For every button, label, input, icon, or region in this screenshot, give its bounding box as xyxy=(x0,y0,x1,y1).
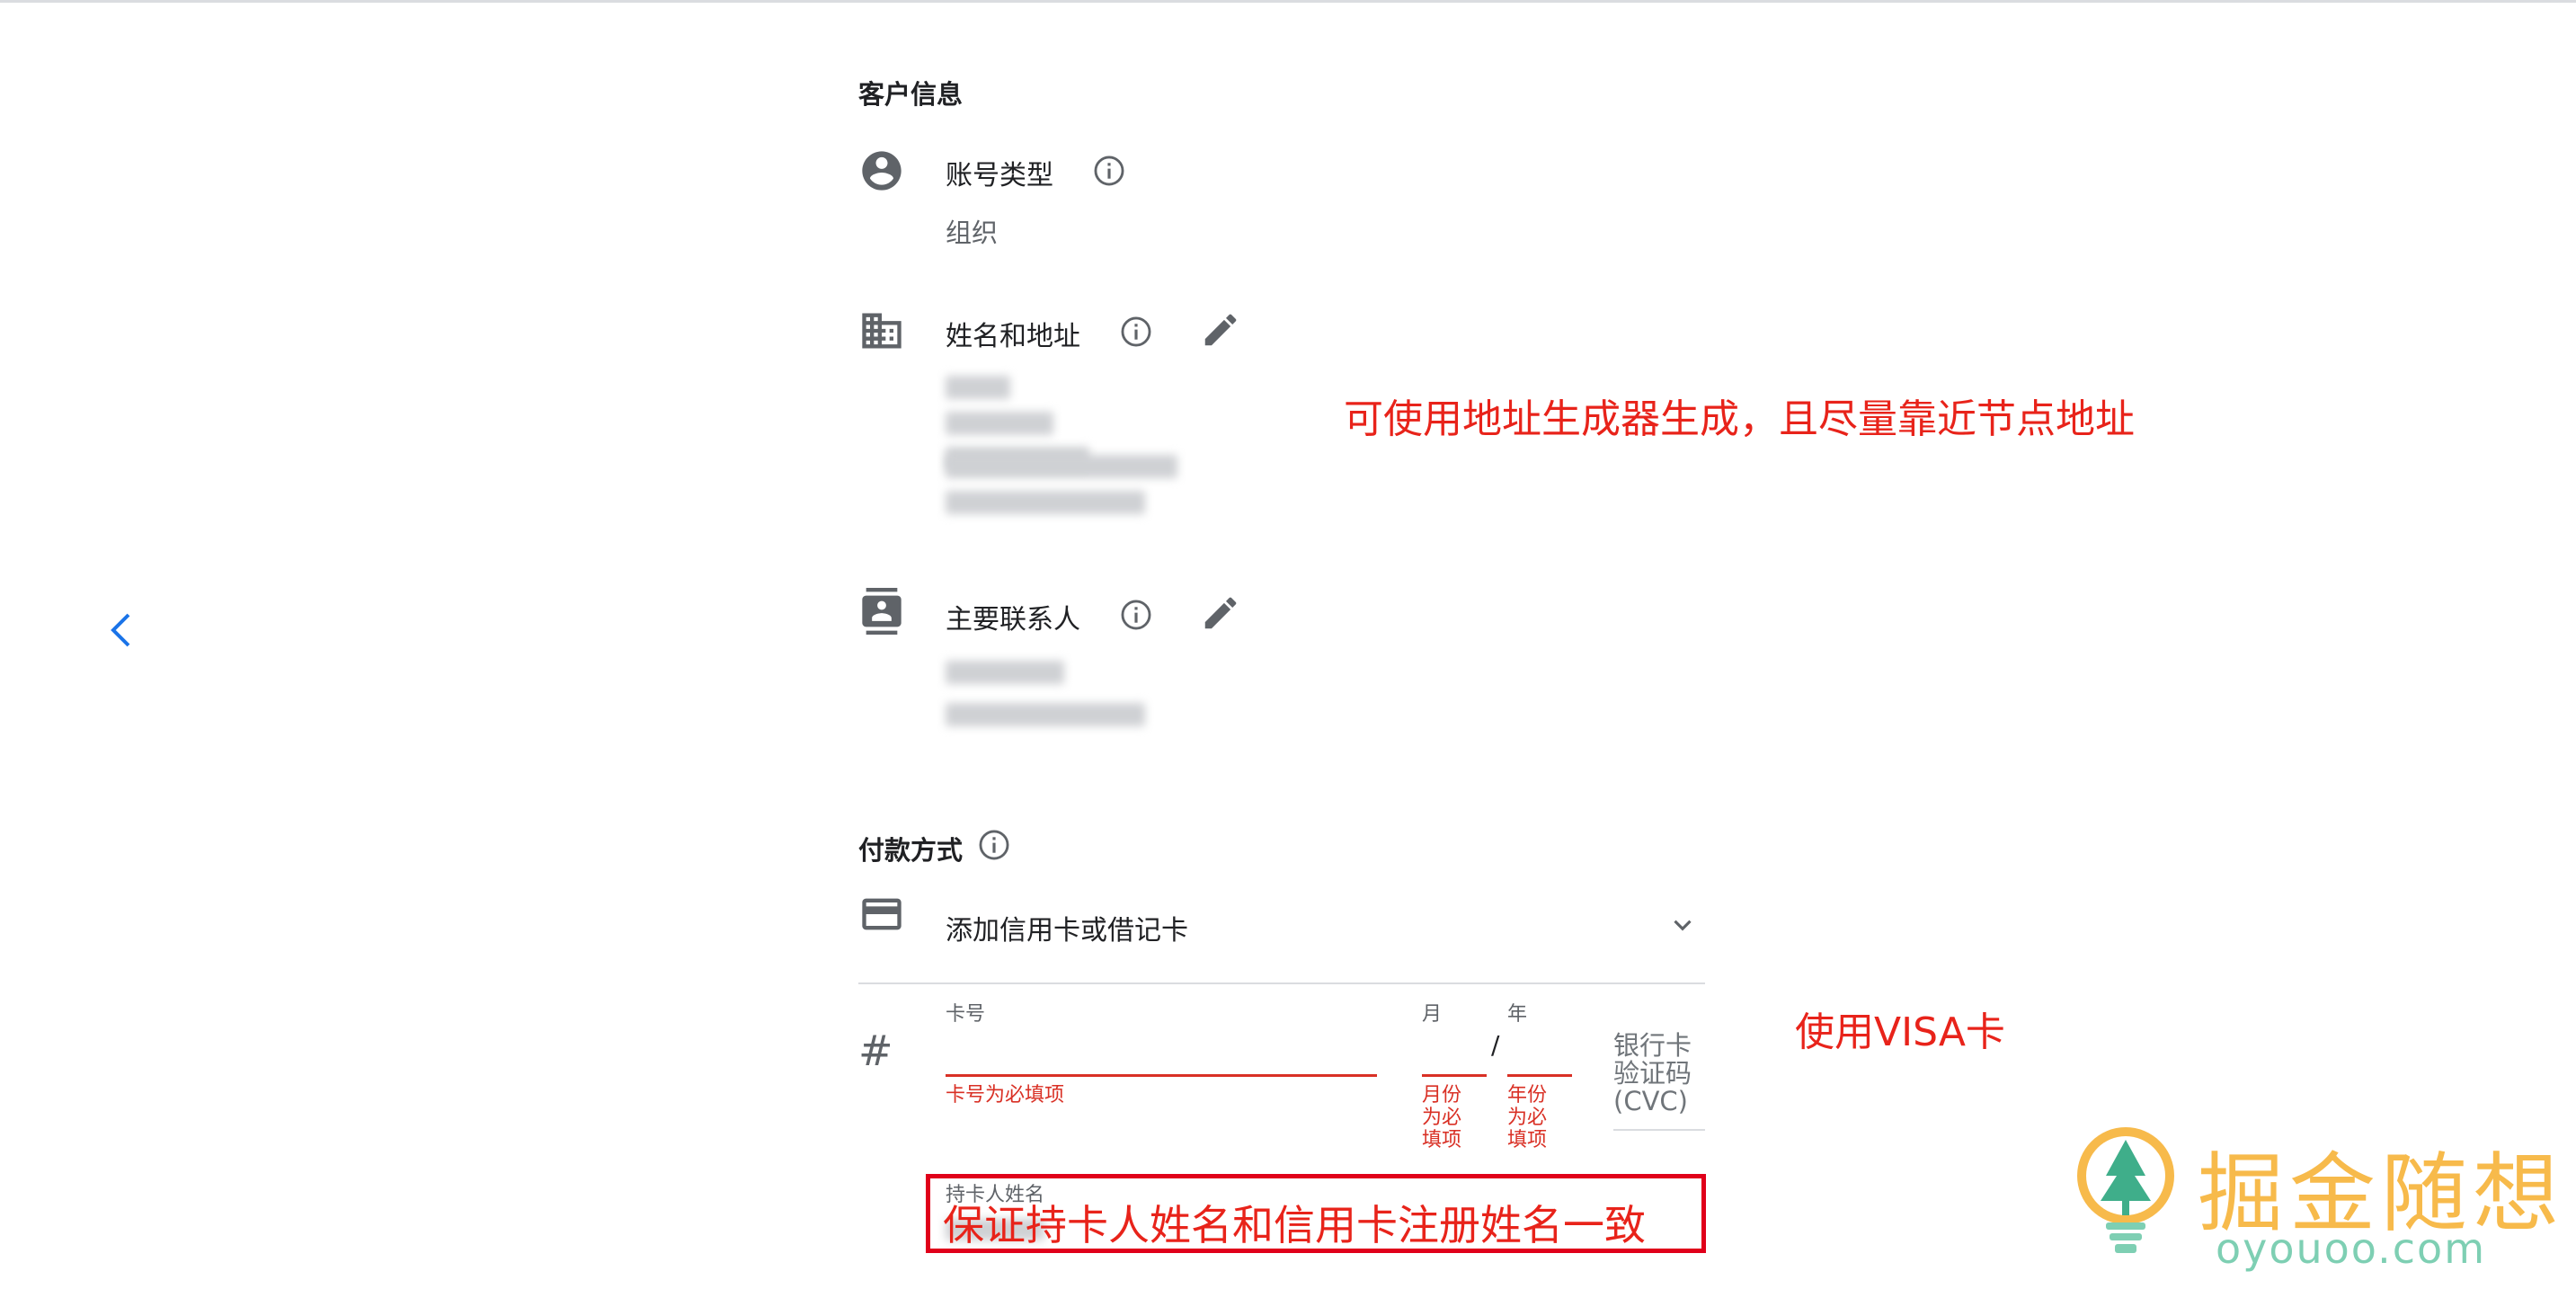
pencil-icon xyxy=(1204,597,1237,629)
address-annotation: 可使用地址生成器生成，且尽量靠近节点地址 xyxy=(1344,396,2135,442)
card-number-error: 卡号为必填项 xyxy=(946,1084,1065,1107)
visa-annotation: 使用VISA卡 xyxy=(1795,1009,2005,1055)
year-error: 年份为必填项 xyxy=(1507,1084,1548,1151)
contact-line-2 xyxy=(946,703,1145,726)
address-line-1 xyxy=(946,376,1010,399)
add-card-row[interactable]: 添加信用卡或借记卡 xyxy=(858,890,1705,953)
month-error: 月份为必填项 xyxy=(1422,1084,1462,1151)
year-input[interactable] xyxy=(1507,1025,1572,1074)
name-address-info-icon[interactable] xyxy=(1119,315,1153,349)
account-type-label: 账号类型 xyxy=(946,160,1053,191)
billing-form: 客户信息 账号类型 组织 姓名和地址 主要联系人 付款方式 添加信用卡或借记卡 … xyxy=(858,0,1811,1289)
edit-address-button[interactable] xyxy=(1200,309,1241,351)
payment-method-title: 付款方式 xyxy=(858,835,964,866)
card-number-input[interactable] xyxy=(946,1025,1377,1074)
credit-card-icon xyxy=(858,891,905,938)
account-type-value: 组织 xyxy=(946,218,999,248)
payment-info-icon[interactable] xyxy=(977,828,1011,862)
address-line-5 xyxy=(946,491,1145,514)
back-button[interactable] xyxy=(104,608,137,653)
cardholder-annotation: 保证持卡人姓名和信用卡注册姓名一致 xyxy=(943,1201,1646,1249)
cardholder-annotation-box: 保证持卡人姓名和信用卡注册姓名一致 xyxy=(926,1174,1706,1253)
account-circle-icon xyxy=(858,147,905,194)
lightbulb-tree-logo-icon xyxy=(2077,1127,2174,1253)
account-type-info-icon[interactable] xyxy=(1092,154,1126,188)
date-separator: / xyxy=(1491,1030,1500,1060)
cvc-label[interactable]: 银行卡验证码(CVC) xyxy=(1613,1032,1703,1116)
business-icon xyxy=(858,307,905,354)
primary-contact-info-icon[interactable] xyxy=(1119,598,1153,632)
chevron-left-icon xyxy=(111,613,130,647)
contact-line-1 xyxy=(946,661,1064,684)
contact-card-icon xyxy=(858,588,905,635)
year-label: 年 xyxy=(1507,1003,1528,1026)
address-line-4 xyxy=(946,455,1177,478)
payment-divider xyxy=(858,982,1705,984)
edit-contact-button[interactable] xyxy=(1200,592,1241,634)
primary-contact-label: 主要联系人 xyxy=(946,604,1080,636)
card-number-label: 卡号 xyxy=(946,1003,986,1026)
customer-info-title: 客户信息 xyxy=(858,79,964,110)
watermark: 掘金随想 oyouoo.com xyxy=(2072,1124,2559,1273)
add-card-label: 添加信用卡或借记卡 xyxy=(946,915,1188,947)
pencil-icon xyxy=(1204,314,1237,346)
cvc-underline xyxy=(1613,1129,1705,1131)
month-underline xyxy=(1422,1074,1487,1077)
watermark-url: oyouoo.com xyxy=(2216,1224,2487,1273)
card-number-underline xyxy=(946,1074,1377,1077)
name-address-label: 姓名和地址 xyxy=(946,321,1080,352)
hash-icon: # xyxy=(858,1027,893,1075)
month-input[interactable] xyxy=(1422,1025,1487,1074)
address-line-2 xyxy=(946,412,1053,435)
chevron-down-icon xyxy=(1674,920,1692,931)
month-label: 月 xyxy=(1422,1003,1443,1026)
year-underline xyxy=(1507,1074,1572,1077)
